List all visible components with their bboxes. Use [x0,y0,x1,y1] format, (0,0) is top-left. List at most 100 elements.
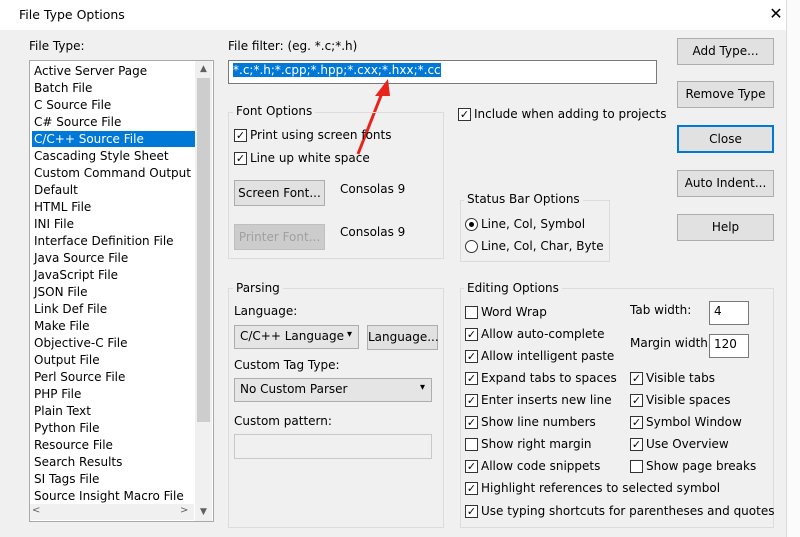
word-wrap-checkbox[interactable] [465,306,478,319]
auto-indent-button[interactable]: Auto Indent... [677,170,774,197]
file-type-item[interactable]: Resource File [32,437,196,453]
parsing-group [228,288,444,528]
file-type-item[interactable]: Custom Command Output [32,165,196,181]
show-line-numbers-checkbox[interactable]: ✓ [465,416,478,429]
file-type-item[interactable]: Objective-C File [32,335,196,351]
annotation-arrow-head [375,79,390,96]
custom-tag-label: Custom Tag Type: [234,358,340,372]
screen-font-value: Consolas 9 [340,182,406,196]
file-type-item[interactable]: Active Server Page [32,63,196,79]
custom-tag-dropdown[interactable]: No Custom Parser ▾ [234,378,432,402]
visible-spaces-checkbox[interactable]: ✓ [630,394,643,407]
file-type-item[interactable]: C/C++ Source File [32,131,196,147]
file-type-item[interactable]: HTML File [32,199,196,215]
file-type-item[interactable]: PHP File [32,386,196,402]
tab-width-input[interactable]: 4 [709,301,749,325]
typing-shortcuts-checkbox[interactable]: ✓ [465,505,478,518]
file-type-item[interactable]: C Source File [32,97,196,113]
file-type-item[interactable]: JSON File [32,284,196,300]
visible-tabs-checkbox[interactable]: ✓ [630,372,643,385]
file-type-item[interactable]: Make File [32,318,196,334]
line-up-white-checkbox[interactable]: ✓ [234,152,247,165]
show-right-margin-label: Show right margin [481,437,592,451]
status-opt2-radio[interactable] [465,240,478,253]
file-type-item[interactable]: Python File [32,420,196,436]
status-bar-title: Status Bar Options [464,192,583,206]
expand-tabs-label: Expand tabs to spaces [481,371,617,385]
file-type-item[interactable]: Plain Text [32,403,196,419]
file-filter-label: File filter: (eg. *.c;*.h) [228,39,358,53]
inserts-new-line-checkbox[interactable]: ✓ [465,394,478,407]
show-page-breaks-checkbox[interactable] [630,460,643,473]
file-type-item[interactable]: Source Insight Macro File [32,488,196,504]
file-type-list[interactable]: Active Server Page Batch File C Source Fil… [29,60,214,522]
print-screen-fonts-checkbox[interactable]: ✓ [234,129,247,142]
include-projects-checkbox[interactable]: ✓ [458,108,471,121]
inserts-new-line-label: Enter inserts new line [481,393,612,407]
file-type-item[interactable]: Java Source File [32,250,196,266]
file-type-item[interactable]: INI File [32,216,196,232]
language-button[interactable]: Language... [367,325,439,350]
file-filter-value: *.c;*.h;*.cpp;*.hpp;*.cxx;*.hxx;*.cc [233,63,441,77]
file-type-item[interactable]: JavaScript File [32,267,196,283]
file-type-item[interactable]: Output File [32,352,196,368]
symbol-window-label: Symbol Window [646,415,742,429]
file-type-item[interactable]: Interface Definition File [32,233,196,249]
auto-complete-checkbox[interactable]: ✓ [465,328,478,341]
file-type-item[interactable]: Link Def File [32,301,196,317]
intelligent-paste-label: Allow intelligent paste [481,349,615,363]
language-dropdown[interactable]: C/C++ Language ▾ [234,325,359,349]
remove-type-button[interactable]: Remove Type [677,81,774,108]
chevron-down-icon: ▾ [346,329,352,340]
print-screen-fonts-label: Print using screen fonts [250,128,392,142]
scrollbar-thumb[interactable] [197,78,210,422]
font-options-title: Font Options [233,104,316,118]
close-button[interactable]: Close [677,125,774,153]
close-window-icon[interactable]: ✕ [765,3,787,25]
scroll-right-icon[interactable]: > [180,505,188,516]
screen-font-button[interactable]: Screen Font... [234,180,325,206]
show-right-margin-checkbox[interactable] [465,438,478,451]
file-type-label: File Type: [29,39,85,53]
expand-tabs-checkbox[interactable]: ✓ [465,372,478,385]
tab-width-label: Tab width: [630,303,692,317]
radio-selected-dot [469,222,474,227]
code-snippets-checkbox[interactable]: ✓ [465,460,478,473]
intelligent-paste-checkbox[interactable]: ✓ [465,350,478,363]
scroll-left-icon[interactable]: < [32,505,40,516]
show-page-breaks-label: Show page breaks [646,459,757,473]
language-label: Language: [234,304,298,318]
file-type-item[interactable]: Perl Source File [32,369,196,385]
file-type-item[interactable]: Default [32,182,196,198]
window-title: File Type Options [19,7,125,22]
symbol-window-checkbox[interactable]: ✓ [630,416,643,429]
scroll-up-icon[interactable]: ▲ [195,61,212,78]
margin-width-input[interactable]: 120 [709,334,749,358]
list-hscrollbar[interactable]: < > [30,504,194,520]
help-button[interactable]: Help [677,214,774,241]
language-dropdown-value: C/C++ Language [240,329,344,343]
visible-tabs-label: Visible tabs [646,371,715,385]
printer-font-value: Consolas 9 [340,225,406,239]
file-type-item[interactable]: Batch File [32,80,196,96]
file-type-item[interactable]: Search Results [32,454,196,470]
printer-font-button[interactable]: Printer Font... [234,224,325,250]
custom-pattern-input[interactable] [234,434,432,459]
file-type-item[interactable]: C# Source File [32,114,196,130]
add-type-button[interactable]: Add Type... [677,38,774,65]
list-scrollbar[interactable]: ▲ ▼ [195,61,212,521]
status-opt1-label: Line, Col, Symbol [481,217,586,231]
custom-tag-dropdown-value: No Custom Parser [240,382,348,396]
auto-complete-label: Allow auto-complete [481,327,605,341]
scroll-down-icon[interactable]: ▼ [195,504,212,521]
chevron-down-icon: ▾ [419,382,425,393]
highlight-refs-checkbox[interactable]: ✓ [465,482,478,495]
show-line-numbers-label: Show line numbers [481,415,596,429]
file-type-item[interactable]: Cascading Style Sheet [32,148,196,164]
highlight-refs-label: Highlight references to selected symbol [481,481,721,495]
status-opt1-radio[interactable] [465,218,478,231]
file-type-item[interactable]: SI Tags File [32,471,196,487]
visible-spaces-label: Visible spaces [646,393,731,407]
file-filter-input[interactable]: *.c;*.h;*.cpp;*.hpp;*.cxx;*.hxx;*.cc [228,60,657,84]
use-overview-checkbox[interactable]: ✓ [630,438,643,451]
